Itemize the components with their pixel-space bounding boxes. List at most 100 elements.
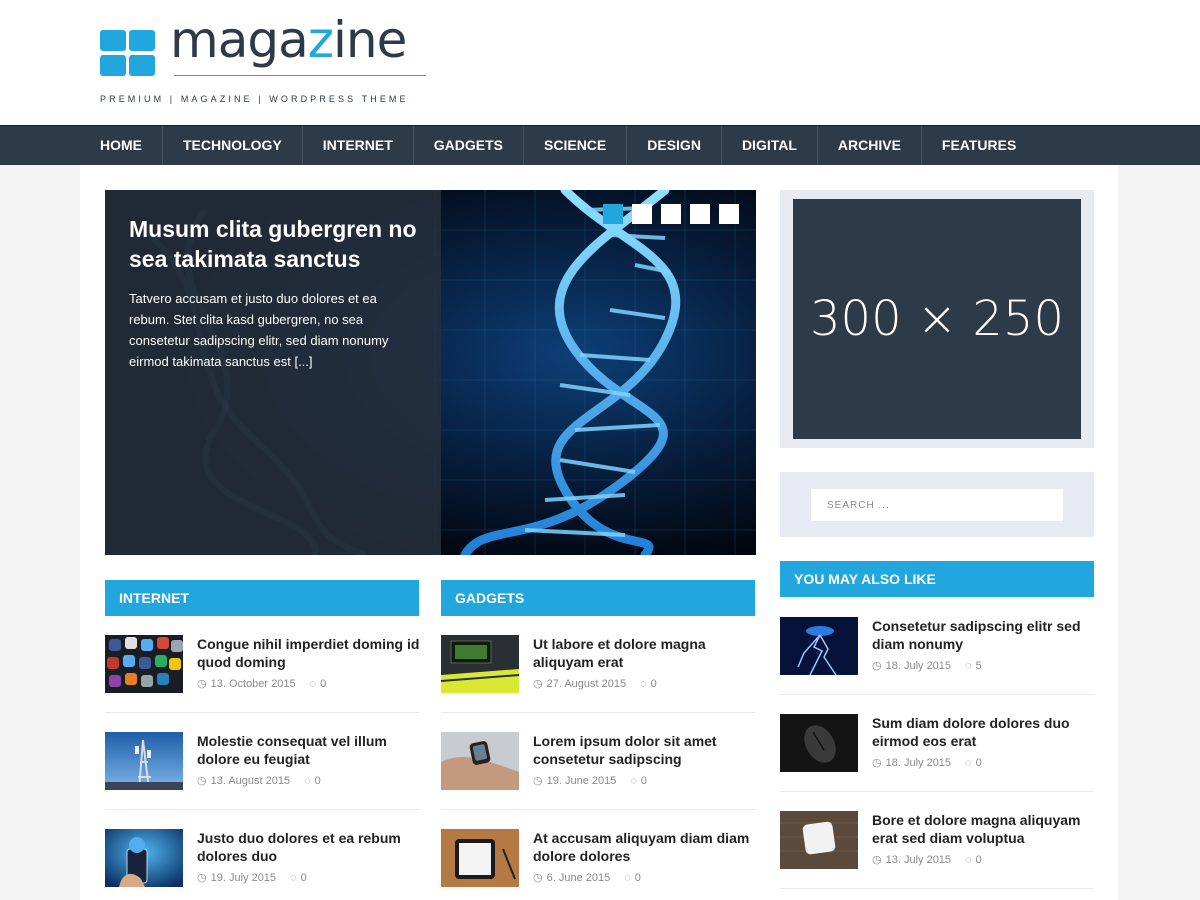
nav-item-features[interactable]: FEATURES (922, 126, 1036, 165)
post-date: 18. July 2015 (885, 660, 952, 672)
post-thumbnail[interactable] (105, 635, 183, 693)
comment-count[interactable]: 0 (301, 872, 307, 884)
post-meta: ◷ 13. August 2015 ◌ 0 (197, 774, 321, 787)
post-thumbnail[interactable] (105, 829, 183, 887)
comment-count[interactable]: 5 (976, 660, 982, 672)
post-title[interactable]: Consetetur sadipscing elitr sed diam non… (872, 618, 1094, 653)
list-item: Molestie consequat vel illum dolore eu f… (105, 732, 419, 790)
divider (441, 712, 755, 713)
comment-count[interactable]: 0 (651, 678, 657, 690)
clock-icon: ◷ (197, 872, 207, 884)
ad-widget: 300 × 250 (780, 190, 1094, 448)
post-thumbnail[interactable] (780, 811, 858, 869)
clock-icon: ◷ (872, 854, 882, 866)
ad-banner[interactable]: 300 × 250 (793, 199, 1081, 439)
comment-count[interactable]: 0 (320, 678, 326, 690)
comment-icon: ◌ (965, 757, 972, 769)
post-meta: ◷ 13. July 2015 ◌ 0 (872, 853, 982, 866)
nav-item-digital[interactable]: DIGITAL (722, 126, 818, 165)
post-meta: ◷ 13. October 2015 ◌ 0 (197, 677, 326, 690)
nav-item-technology[interactable]: TECHNOLOGY (163, 126, 303, 165)
slider-dot-5[interactable] (719, 204, 739, 224)
slider-title[interactable]: Musum clita gubergren no sea takimata sa… (129, 214, 417, 274)
post-thumbnail[interactable] (780, 714, 858, 772)
slider-dot-1[interactable] (603, 204, 623, 224)
nav-item-archive[interactable]: ARCHIVE (818, 126, 922, 165)
comment-count[interactable]: 0 (641, 775, 647, 787)
post-meta: ◷ 27. August 2015 ◌ 0 (533, 677, 657, 690)
post-thumbnail[interactable] (441, 829, 519, 887)
slider-dot-2[interactable] (632, 204, 652, 224)
list-item: Ut labore et dolore magna aliquyam erat … (441, 635, 755, 693)
search-widget (780, 472, 1094, 537)
clock-icon: ◷ (197, 678, 207, 690)
post-title[interactable]: Molestie consequat vel illum dolore eu f… (197, 733, 422, 768)
logo-icon[interactable] (100, 30, 155, 76)
list-item: Sum diam dolore dolores duo eirmod eos e… (780, 714, 1094, 772)
comment-count[interactable]: 0 (635, 872, 641, 884)
nav-item-internet[interactable]: INTERNET (303, 126, 414, 165)
nav-item-gadgets[interactable]: GADGETS (414, 126, 525, 165)
main-navigation: HOME TECHNOLOGY INTERNET GADGETS SCIENCE… (0, 125, 1200, 165)
post-meta: ◷ 19. June 2015 ◌ 0 (533, 774, 647, 787)
post-title[interactable]: Ut labore et dolore magna aliquyam erat (533, 636, 758, 671)
slider-excerpt: Tatvero accusam et justo duo dolores et … (129, 291, 389, 369)
comment-count[interactable]: 0 (976, 854, 982, 866)
post-thumbnail[interactable] (780, 617, 858, 675)
comment-icon: ◌ (304, 775, 311, 787)
post-meta: ◷ 19. July 2015 ◌ 0 (197, 871, 307, 884)
divider (780, 791, 1094, 792)
post-date: 6. June 2015 (546, 872, 611, 884)
slider-pagination (603, 204, 739, 224)
clock-icon: ◷ (197, 775, 207, 787)
slider-dot-4[interactable] (690, 204, 710, 224)
post-title[interactable]: Bore et dolore magna aliquyam erat sed d… (872, 812, 1094, 847)
site-tagline: PREMIUM | MAGAZINE | WORDPRESS THEME (100, 94, 409, 104)
divider (105, 809, 419, 810)
post-meta: ◷ 18. July 2015 ◌ 5 (872, 659, 982, 672)
comment-count[interactable]: 0 (315, 775, 321, 787)
list-item: Lorem ipsum dolor sit amet consetetur sa… (441, 732, 755, 790)
post-date: 18. July 2015 (885, 757, 952, 769)
clock-icon: ◷ (533, 775, 543, 787)
divider (441, 809, 755, 810)
featured-slider[interactable]: Musum clita gubergren no sea takimata sa… (105, 190, 756, 555)
divider (780, 888, 1094, 889)
internet-widget-heading[interactable]: INTERNET (105, 580, 419, 616)
nav-item-home[interactable]: HOME (80, 126, 163, 165)
post-date: 13. July 2015 (885, 854, 952, 866)
list-item: Bore et dolore magna aliquyam erat sed d… (780, 811, 1094, 869)
gadgets-widget-heading[interactable]: GADGETS (441, 580, 755, 616)
post-meta: ◷ 6. June 2015 ◌ 0 (533, 871, 641, 884)
search-input[interactable] (811, 489, 1063, 521)
clock-icon: ◷ (872, 757, 882, 769)
post-thumbnail[interactable] (105, 732, 183, 790)
post-date: 13. October 2015 (210, 678, 296, 690)
comment-icon: ◌ (965, 854, 972, 866)
post-title[interactable]: Congue nihil imperdiet doming id quod do… (197, 636, 422, 671)
nav-item-design[interactable]: DESIGN (627, 126, 722, 165)
post-title[interactable]: Justo duo dolores et ea rebum dolores du… (197, 830, 422, 865)
post-date: 19. July 2015 (210, 872, 277, 884)
post-title[interactable]: Lorem ipsum dolor sit amet consetetur sa… (533, 733, 758, 768)
comment-icon: ◌ (624, 872, 631, 884)
slider-caption: Musum clita gubergren no sea takimata sa… (105, 190, 441, 555)
clock-icon: ◷ (533, 872, 543, 884)
post-thumbnail[interactable] (441, 732, 519, 790)
comment-icon: ◌ (290, 872, 297, 884)
slider-dot-3[interactable] (661, 204, 681, 224)
nav-item-science[interactable]: SCIENCE (524, 126, 628, 165)
post-date: 13. August 2015 (210, 775, 291, 787)
comment-icon: ◌ (965, 660, 972, 672)
site-logo[interactable]: magazine (170, 10, 407, 70)
comment-icon: ◌ (309, 678, 317, 690)
post-title[interactable]: At accusam aliquyam diam diam dolore dol… (533, 830, 758, 865)
divider (780, 694, 1094, 695)
post-meta: ◷ 18. July 2015 ◌ 0 (872, 756, 982, 769)
post-title[interactable]: Sum diam dolore dolores duo eirmod eos e… (872, 715, 1094, 750)
list-item: Congue nihil imperdiet doming id quod do… (105, 635, 419, 693)
post-thumbnail[interactable] (441, 635, 519, 693)
also-like-heading: YOU MAY ALSO LIKE (780, 561, 1094, 597)
comment-count[interactable]: 0 (976, 757, 982, 769)
clock-icon: ◷ (872, 660, 882, 672)
